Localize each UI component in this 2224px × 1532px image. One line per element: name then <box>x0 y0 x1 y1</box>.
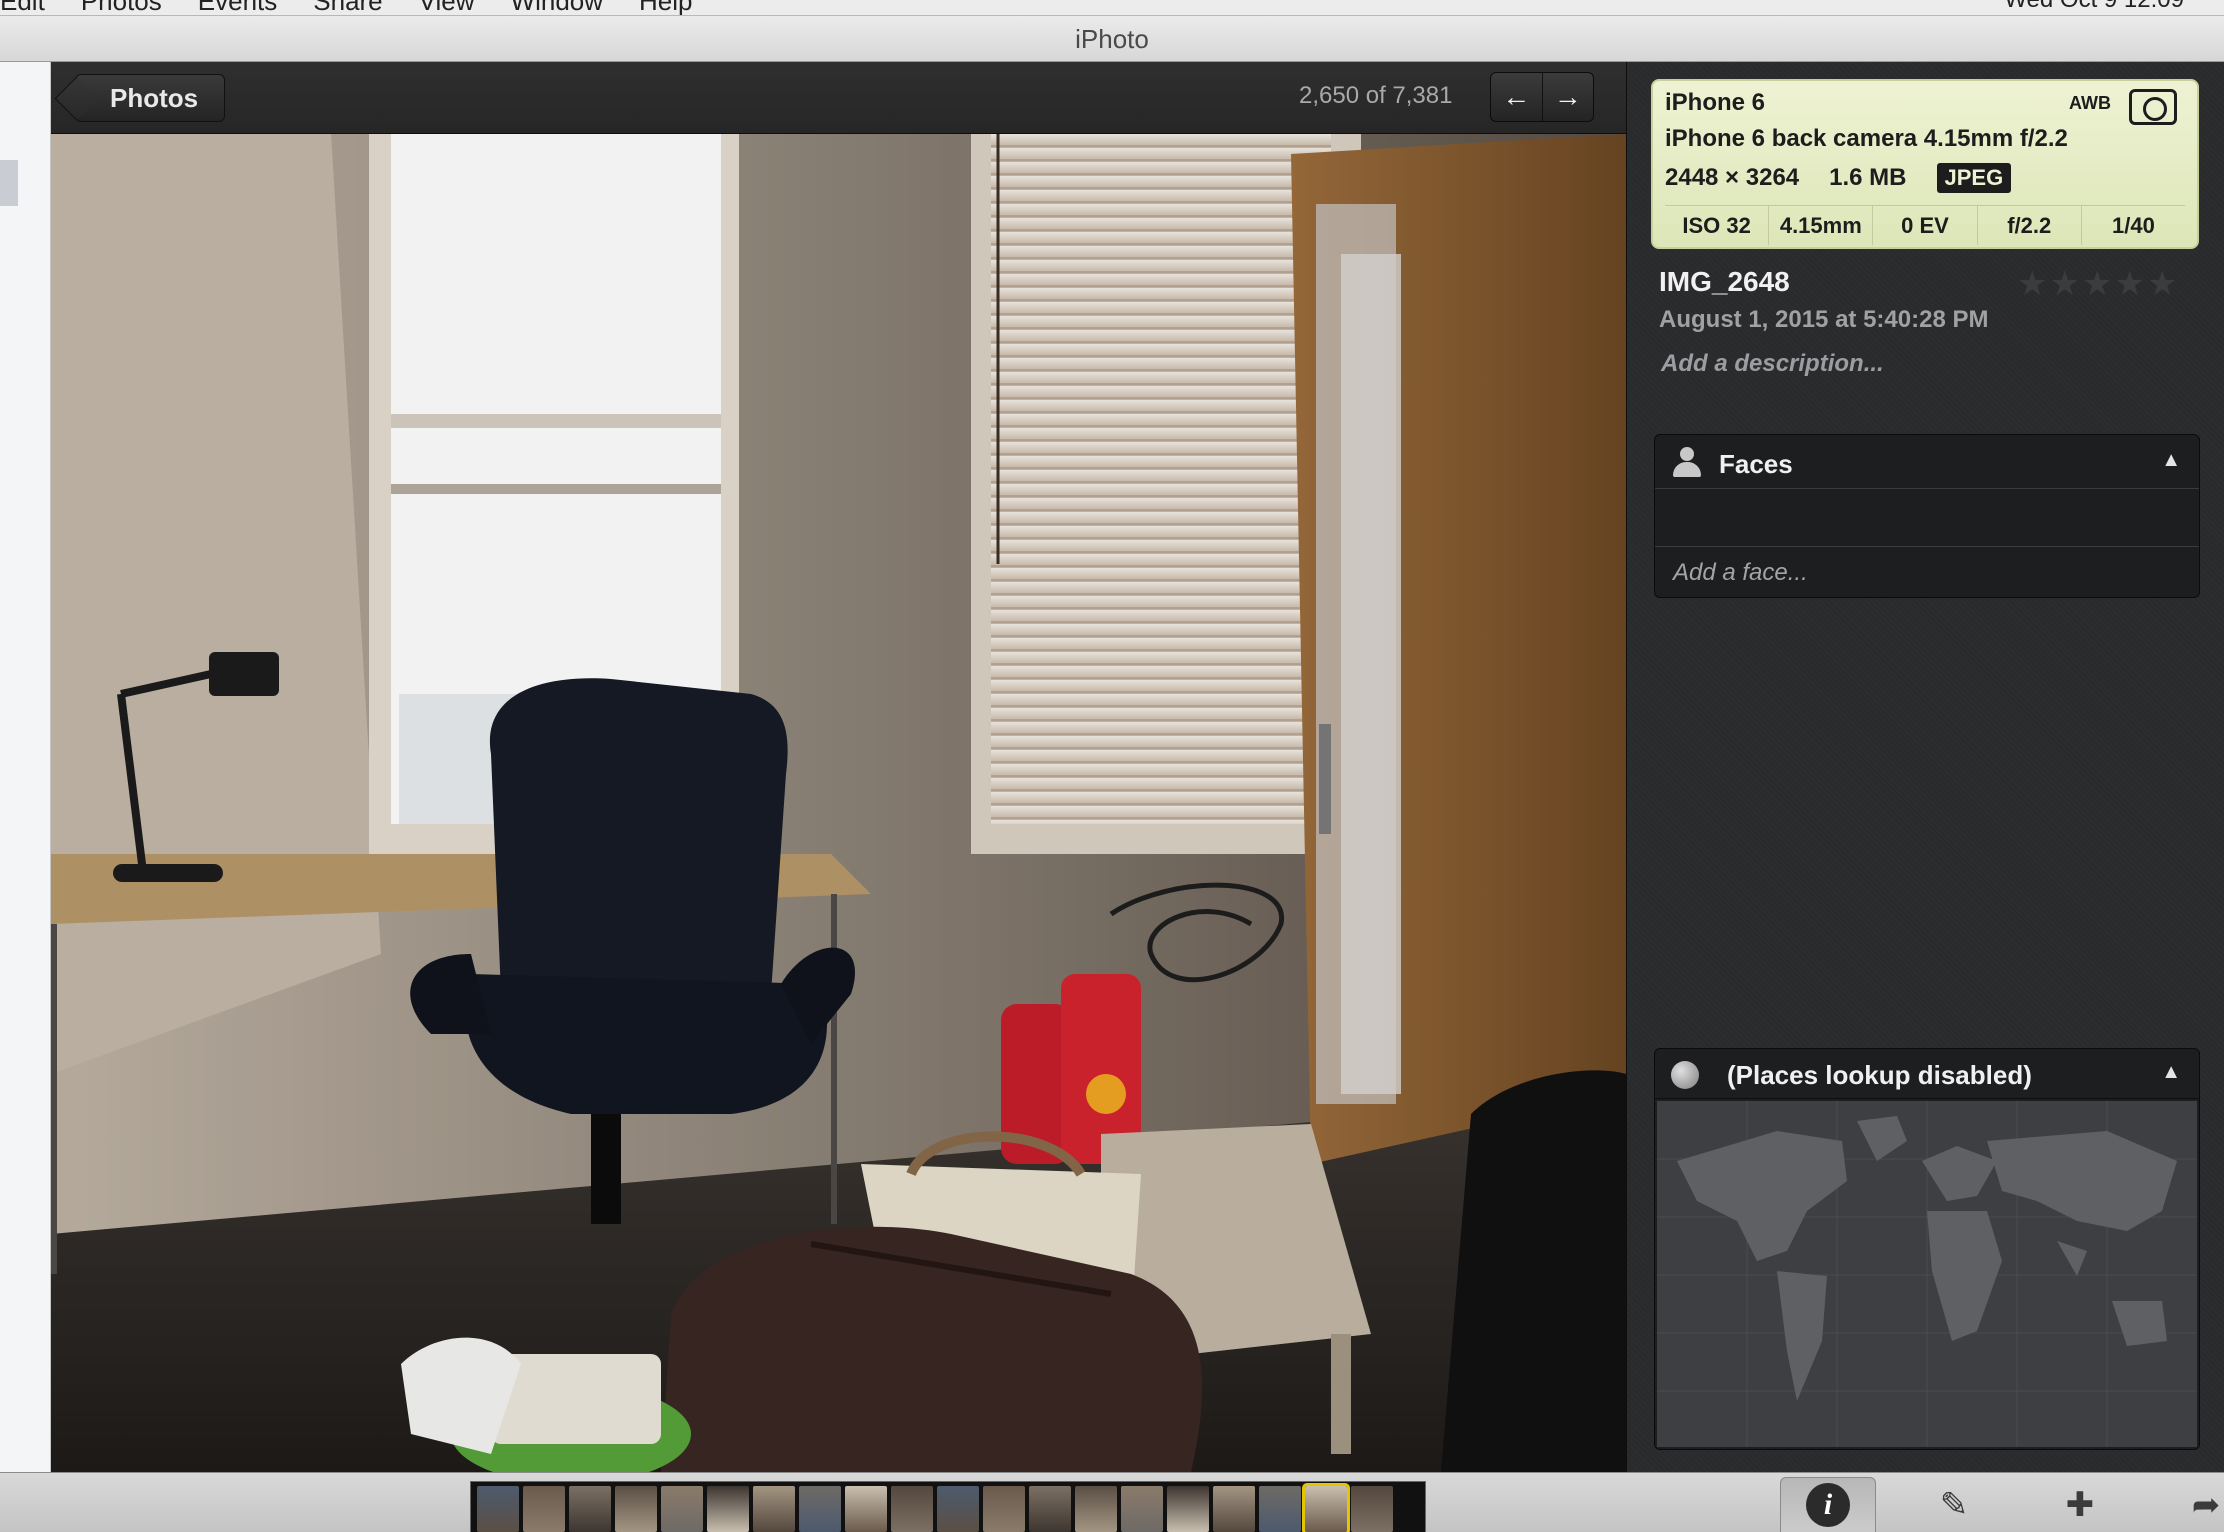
person-icon <box>1671 447 1703 479</box>
filmstrip-thumbnail[interactable] <box>983 1486 1025 1532</box>
faces-header[interactable]: Faces ▲ <box>1655 435 2199 489</box>
faces-list <box>1655 491 2199 547</box>
filmstrip-thumbnail[interactable] <box>523 1486 565 1532</box>
filmstrip-thumbnail[interactable] <box>799 1486 841 1532</box>
add-to-icon: ✚ <box>2065 1486 2095 1524</box>
places-header[interactable]: (Places lookup disabled) ▲ <box>1655 1049 2199 1099</box>
faces-section: Faces ▲ Add a face... <box>1654 434 2200 598</box>
status-area: Wed Oct 9 12:09 <box>2004 0 2184 14</box>
photo-viewer: Photos 2,650 of 7,381 ← → <box>51 62 1626 1472</box>
menu-events[interactable]: Events <box>198 0 278 15</box>
filmstrip-thumbnail[interactable] <box>1302 1483 1350 1532</box>
menu-window[interactable]: Window <box>511 0 603 15</box>
back-to-photos-button[interactable]: Photos <box>75 74 226 122</box>
format-badge: JPEG <box>1936 163 2012 193</box>
description-field[interactable]: Add a description... <box>1661 350 1884 378</box>
photo-title[interactable]: IMG_2648 <box>1659 266 1790 298</box>
filmstrip-thumbnail[interactable] <box>661 1486 703 1532</box>
globe-icon <box>1671 1061 1699 1089</box>
photo-date[interactable]: August 1, 2015 at 5:40:28 PM <box>1659 306 1988 334</box>
filmstrip-thumbnail[interactable] <box>707 1486 749 1532</box>
exif-iso: ISO 32 <box>1682 213 1751 238</box>
camera-lens: iPhone 6 back camera 4.15mm f/2.2 <box>1665 125 2068 152</box>
bottom-bar: i ✎ ✚ ➦ <box>0 1472 2224 1532</box>
file-info-row: 2448 × 3264 1.6 MB JPEG <box>1665 163 2012 193</box>
photo-image <box>51 134 1626 1472</box>
star-icon[interactable]: ★ <box>2114 265 2146 303</box>
photo-nav: ← → <box>1490 72 1594 122</box>
filmstrip-thumbnail[interactable] <box>891 1486 933 1532</box>
source-list-sidebar[interactable] <box>0 62 51 1472</box>
rating-stars[interactable]: ★★★★★ <box>2017 264 2179 304</box>
awb-label: AWB <box>2069 93 2111 113</box>
filmstrip-thumbnail[interactable] <box>615 1486 657 1532</box>
window-titlebar: iPhoto <box>0 16 2224 62</box>
star-icon[interactable]: ★ <box>2082 265 2114 303</box>
filmstrip-thumbnail[interactable] <box>1213 1486 1255 1532</box>
menu-edit[interactable]: Edit <box>0 0 45 15</box>
collapse-triangle-icon[interactable]: ▲ <box>2161 1061 2181 1084</box>
photo-counter: 2,650 of 7,381 <box>1299 82 1453 109</box>
places-title: (Places lookup disabled) <box>1727 1060 2032 1090</box>
exif-row: ISO 32 4.15mm 0 EV f/2.2 1/40 <box>1665 205 2185 245</box>
clock[interactable]: Wed Oct 9 12:09 <box>2004 0 2184 14</box>
arrow-right-icon[interactable]: → <box>1541 73 1594 121</box>
photo-canvas[interactable] <box>51 134 1626 1472</box>
menu-share[interactable]: Share <box>313 0 382 15</box>
menu-list: Edit Photos Events Share View Window Hel… <box>0 0 693 15</box>
faces-title: Faces <box>1719 449 1793 479</box>
filmstrip-thumbnail[interactable] <box>1029 1486 1071 1532</box>
viewer-toolbar: Photos 2,650 of 7,381 ← → <box>51 62 1626 134</box>
exif-focal-length: 4.15mm <box>1768 206 1872 245</box>
filmstrip-thumbnail[interactable] <box>937 1486 979 1532</box>
exif-shutter: 1/40 <box>2080 206 2185 245</box>
menu-help[interactable]: Help <box>639 0 692 15</box>
world-map[interactable] <box>1657 1101 2197 1447</box>
sidebar-selection[interactable] <box>0 160 18 206</box>
collapse-triangle-icon[interactable]: ▲ <box>2161 449 2181 472</box>
exif-exposure-bias: 0 EV <box>1872 206 1976 245</box>
filmstrip-thumbnail[interactable] <box>1075 1486 1117 1532</box>
edit-button[interactable]: ✎ <box>1906 1477 2002 1532</box>
filmstrip-thumbnail[interactable] <box>1351 1486 1393 1532</box>
exif-aperture: f/2.2 <box>1976 206 2081 245</box>
info-panel: iPhone 6 AWB iPhone 6 back camera 4.15mm… <box>1626 62 2224 1472</box>
bottom-tools: i ✎ ✚ ➦ <box>1780 1477 2224 1532</box>
add-face-field[interactable]: Add a face... <box>1673 559 1808 587</box>
info-icon: i <box>1806 1483 1850 1527</box>
share-icon: ➦ <box>2191 1486 2221 1524</box>
star-icon[interactable]: ★ <box>2049 265 2081 303</box>
places-section: (Places lookup disabled) ▲ <box>1654 1048 2200 1450</box>
filmstrip-thumbnail[interactable] <box>753 1486 795 1532</box>
menu-photos[interactable]: Photos <box>81 0 162 15</box>
window-title: iPhoto <box>1075 24 1149 54</box>
add-to-button[interactable]: ✚ <box>2032 1477 2128 1532</box>
star-icon[interactable]: ★ <box>2147 265 2179 303</box>
arrow-left-icon[interactable]: ← <box>1491 73 1542 121</box>
camera-model: iPhone 6 <box>1665 89 1766 116</box>
filmstrip-thumbnail[interactable] <box>1167 1486 1209 1532</box>
filmstrip-thumbnail[interactable] <box>845 1486 887 1532</box>
star-icon[interactable]: ★ <box>2017 265 2049 303</box>
filmstrip-thumbnail[interactable] <box>569 1486 611 1532</box>
image-dimensions: 2448 × 3264 <box>1665 164 1800 191</box>
menu-view[interactable]: View <box>419 0 475 15</box>
info-button[interactable]: i <box>1780 1477 1876 1532</box>
share-button[interactable]: ➦ <box>2158 1477 2224 1532</box>
filmstrip-thumbnail[interactable] <box>1121 1486 1163 1532</box>
edit-pencil-icon: ✎ <box>1939 1486 1969 1524</box>
menu-bar: Edit Photos Events Share View Window Hel… <box>0 0 2224 16</box>
file-size: 1.6 MB <box>1829 164 1907 191</box>
filmstrip-thumbnail[interactable] <box>1259 1486 1301 1532</box>
filmstrip-thumbnail[interactable] <box>477 1486 519 1532</box>
camera-mode-icon <box>2129 89 2177 125</box>
filmstrip[interactable] <box>470 1481 1426 1532</box>
camera-info-card: iPhone 6 AWB iPhone 6 back camera 4.15mm… <box>1651 79 2199 249</box>
